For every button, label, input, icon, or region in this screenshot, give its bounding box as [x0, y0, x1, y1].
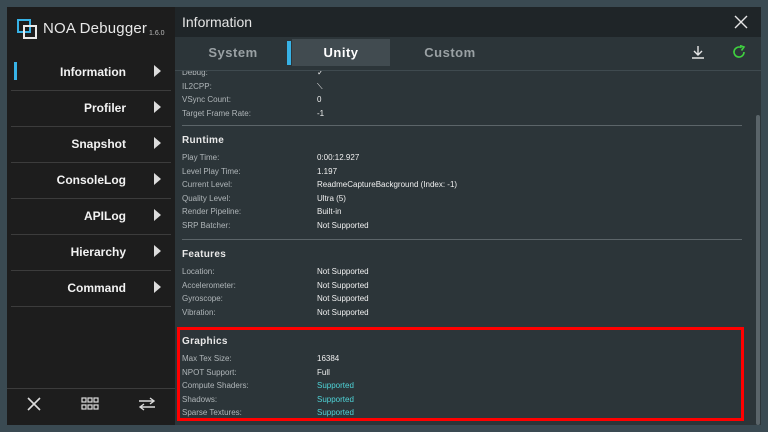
- info-row: Location: Not Supported: [182, 267, 748, 281]
- info-value: Not Supported: [317, 220, 369, 230]
- info-row: Accelerometer: Not Supported: [182, 281, 748, 295]
- app-title: NOA Debugger: [43, 20, 148, 37]
- info-row: Target Frame Rate: -1: [182, 109, 748, 123]
- sidebar-item-label: Hierarchy: [70, 245, 126, 259]
- info-value: Ultra (5): [317, 193, 346, 203]
- sidebar-item-command[interactable]: Command: [11, 272, 171, 307]
- sidebar-item-label: APILog: [84, 209, 126, 223]
- tab-bar: System Unity Custom: [175, 37, 761, 71]
- info-key: Level Play Time:: [182, 166, 241, 176]
- sidebar-item-consolelog[interactable]: ConsoleLog: [11, 164, 171, 199]
- info-key: Quality Level:: [182, 193, 231, 203]
- sidebar-item-snapshot[interactable]: Snapshot: [11, 128, 171, 163]
- chevron-right-icon: [154, 173, 161, 185]
- info-row: Current Level: ReadmeCaptureBackground (…: [182, 180, 748, 194]
- swap-arrows-icon[interactable]: [137, 397, 157, 411]
- tab-system[interactable]: System: [175, 39, 291, 66]
- chevron-right-icon: [154, 281, 161, 293]
- sidebar-item-label: Profiler: [83, 101, 126, 115]
- chevron-right-icon: [154, 137, 161, 149]
- info-value: Not Supported: [317, 280, 369, 290]
- section-top: Debug: ✓ IL2CPP: ⟍ VSync Count: 0 Target…: [182, 71, 748, 122]
- scrollbar-thumb[interactable]: [756, 115, 760, 425]
- info-value: Not Supported: [317, 294, 369, 303]
- info-row: Quality Level: Ultra (5): [182, 194, 748, 208]
- grid-icon[interactable]: [81, 397, 99, 411]
- info-key: Target Frame Rate:: [182, 108, 251, 118]
- chevron-right-icon: [154, 101, 161, 113]
- sidebar-item-label: Snapshot: [71, 137, 126, 151]
- sidebar-item-profiler[interactable]: Profiler: [11, 92, 171, 127]
- noa-logo-icon: [17, 19, 37, 39]
- info-row: Render Pipeline: Built-in: [182, 207, 748, 221]
- info-key: SRP Batcher:: [182, 220, 231, 230]
- header: Information: [175, 7, 761, 37]
- info-key: Accelerometer:: [182, 280, 236, 290]
- info-key: Location:: [182, 267, 215, 276]
- sidebar-item-label: Information: [60, 65, 126, 79]
- tab-unity[interactable]: Unity: [292, 39, 390, 66]
- info-row: Play Time: 0:00:12.927: [182, 153, 748, 167]
- info-value: Not Supported: [317, 307, 369, 317]
- info-row: Debug: ✓: [182, 71, 748, 82]
- sidebar-item-label: Command: [67, 281, 126, 295]
- info-value: 0: [317, 95, 322, 104]
- chevron-right-icon: [154, 65, 161, 77]
- info-row: Vibration: Not Supported: [182, 308, 748, 322]
- section-features: Features Location: Not Supported Acceler…: [182, 249, 748, 321]
- info-key: Render Pipeline:: [182, 207, 242, 216]
- sidebar-item-hierarchy[interactable]: Hierarchy: [11, 236, 171, 271]
- info-row: VSync Count: 0: [182, 95, 748, 109]
- info-value: 0:00:12.927: [317, 153, 360, 162]
- sidebar-item-information[interactable]: Information: [11, 56, 171, 91]
- active-tab-indicator: [287, 41, 291, 65]
- info-value: ⟍: [317, 81, 323, 91]
- section-divider: [182, 239, 742, 240]
- section-runtime: Runtime Play Time: 0:00:12.927 Level Pla…: [182, 135, 748, 234]
- chevron-right-icon: [154, 245, 161, 257]
- info-key: Play Time:: [182, 153, 220, 162]
- sidebar: NOA Debugger 1.6.0 Information Profiler …: [7, 7, 175, 425]
- info-key: Current Level:: [182, 180, 233, 189]
- logo: NOA Debugger 1.6.0: [17, 17, 167, 43]
- tab-custom[interactable]: Custom: [390, 39, 510, 66]
- info-key: IL2CPP:: [182, 81, 212, 91]
- close-icon[interactable]: [734, 15, 748, 29]
- refresh-icon[interactable]: [732, 45, 746, 59]
- sidebar-nav: Information Profiler Snapshot ConsoleLog…: [7, 56, 175, 308]
- info-row: Gyroscope: Not Supported: [182, 294, 748, 308]
- section-divider: [182, 125, 742, 126]
- info-value: -1: [317, 108, 325, 118]
- chevron-right-icon: [154, 209, 161, 221]
- download-icon[interactable]: [691, 45, 705, 59]
- sidebar-item-label: ConsoleLog: [56, 173, 126, 187]
- info-row: SRP Batcher: Not Supported: [182, 221, 748, 235]
- info-value: 1.197: [317, 166, 338, 176]
- section-title: Runtime: [182, 135, 225, 146]
- close-icon[interactable]: [27, 397, 41, 411]
- info-key: Vibration:: [182, 307, 216, 317]
- info-key: VSync Count:: [182, 95, 231, 104]
- info-row: IL2CPP: ⟍: [182, 82, 748, 96]
- info-value: ReadmeCaptureBackground (Index: -1): [317, 180, 458, 189]
- info-row: Level Play Time: 1.197: [182, 167, 748, 181]
- sidebar-item-apilog[interactable]: APILog: [11, 200, 171, 235]
- info-key: Gyroscope:: [182, 294, 223, 303]
- info-value: ✓: [317, 71, 324, 77]
- active-indicator: [14, 62, 17, 80]
- graphics-highlight-box: [177, 327, 744, 421]
- info-value: Built-in: [317, 207, 342, 216]
- page-title: Information: [182, 14, 253, 30]
- app-version: 1.6.0: [149, 30, 165, 37]
- sidebar-toolbar: [7, 388, 175, 425]
- section-title: Features: [182, 249, 227, 260]
- info-key: Debug:: [182, 71, 208, 77]
- info-value: Not Supported: [317, 267, 369, 276]
